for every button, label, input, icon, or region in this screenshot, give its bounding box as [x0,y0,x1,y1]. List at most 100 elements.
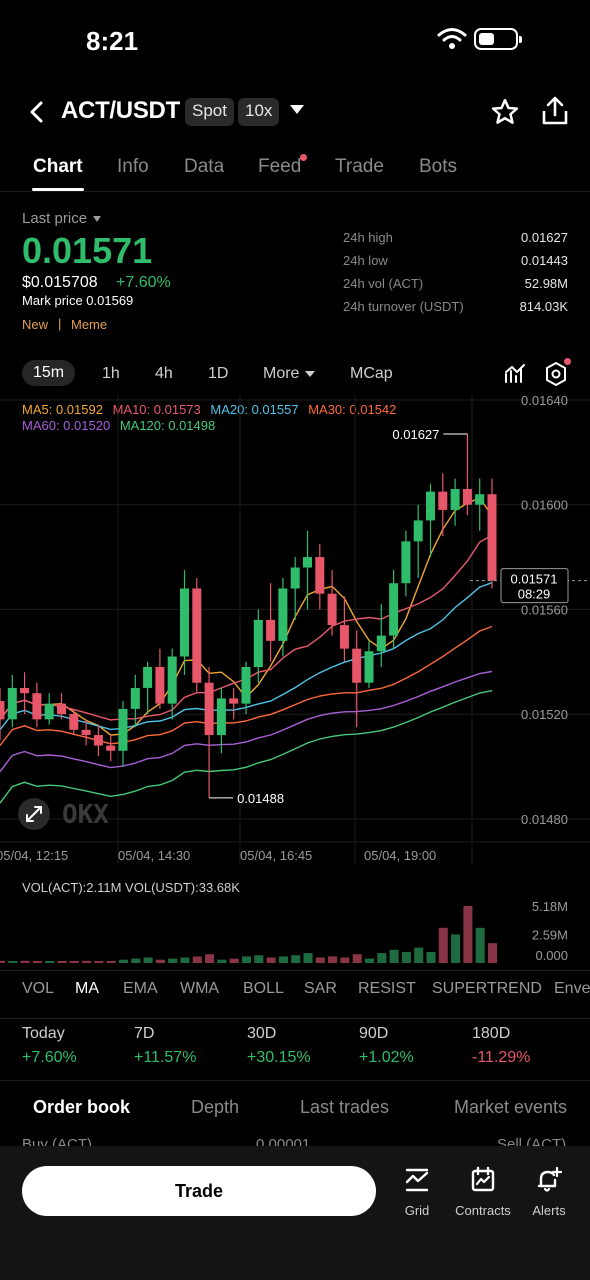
contracts-button[interactable]: Contracts [452,1166,514,1219]
perf-label: Today [22,1025,65,1042]
volume-bar [328,956,338,963]
indicator-resist[interactable]: RESIST [358,980,416,998]
tab-bots[interactable]: Bots [419,156,457,178]
candle-body [229,698,239,704]
volume-bar [438,927,448,963]
candle-body [290,567,300,589]
candle-body [69,714,79,730]
volume-bar [69,961,79,963]
indicator-ema[interactable]: EMA [123,980,158,998]
perf-label: 90D [359,1025,389,1042]
back-arrow-icon[interactable] [24,98,52,126]
tab-feed[interactable]: Feed [258,156,301,178]
bottom-action-bar: Trade Grid Contracts Alerts [0,1146,590,1280]
volume-bar [205,954,215,963]
volume-bar [414,947,424,963]
volume-chart: 5.18M 2.59M 0.000 [0,899,568,963]
candle-body [426,491,435,521]
bell-plus-icon [537,1166,563,1192]
volume-bar [315,957,325,963]
volume-bar [8,961,18,963]
candle-body [167,656,177,704]
tab-last-trades[interactable]: Last trades [300,1097,389,1118]
tab-trade[interactable]: Trade [335,156,384,178]
stat-label: 24h high [343,230,393,245]
volume-bar [451,934,461,963]
last-price-label: Last price [22,210,88,227]
share-icon[interactable] [540,95,570,127]
perf-value: +11.57% [134,1049,197,1066]
tag-new[interactable]: New [22,317,48,332]
interval-1h[interactable]: 1h [102,365,120,383]
candle-body [20,687,30,694]
y-tick-label: 0.01600 [521,498,568,513]
last-price-selector[interactable]: Last price [22,210,102,227]
pair-title[interactable]: ACT/USDT [61,97,180,125]
tab-info[interactable]: Info [117,156,149,178]
candle-body [216,698,226,736]
volume-bar [488,943,497,963]
interval-mcap[interactable]: MCap [350,365,393,383]
volume-bar [180,957,190,963]
stat-24h-vol: 24h vol (ACT) 52.98M [343,276,568,296]
volume-bar [82,960,92,963]
perf-label: 30D [247,1025,277,1042]
tag-meme[interactable]: Meme [71,317,107,332]
indicator-envelope[interactable]: Enve [554,980,590,998]
perf-label: 180D [472,1025,511,1042]
stat-value: 0.01443 [521,253,568,268]
grid-button[interactable]: Grid [386,1166,448,1219]
indicator-chart-icon[interactable] [503,362,527,386]
volume-bar [266,957,276,963]
alerts-button[interactable]: Alerts [518,1166,580,1219]
tab-order-book[interactable]: Order book [33,1097,130,1118]
mark-price: Mark price 0.01569 [22,293,134,308]
indicator-sar[interactable]: SAR [304,980,337,998]
usd-price: $0.015708 [22,274,98,291]
perf-value: +30.15% [247,1049,311,1066]
volume-bar [352,954,362,963]
candle-body [32,693,42,720]
interval-1d[interactable]: 1D [208,365,228,383]
volume-bar [155,959,165,963]
grid-icon [405,1168,429,1192]
candle-body [401,541,411,584]
stat-24h-high: 24h high 0.01627 [343,230,568,250]
interval-bar: 15m 1h 4h 1D More MCap [0,358,590,392]
tab-depth[interactable]: Depth [191,1097,239,1118]
stat-24h-low: 24h low 0.01443 [343,253,568,273]
indicator-boll[interactable]: BOLL [243,980,284,998]
indicator-ma[interactable]: MA [75,980,99,998]
interval-more[interactable]: More [263,365,316,383]
candle-body [81,729,91,736]
trade-button[interactable]: Trade [22,1166,376,1216]
interval-4h[interactable]: 4h [155,365,173,383]
candlestick-chart[interactable]: 0.01640 0.01600 0.01560 0.01520 0.01480 OKX 0.… [0,395,590,865]
volume-bar [143,957,153,963]
perf-value: +1.02% [359,1049,414,1066]
candle-body [44,703,54,720]
interval-15m[interactable]: 15m [22,360,76,386]
leverage-tag: 10x [238,98,280,126]
indicator-vol[interactable]: VOL [22,980,54,998]
indicator-supertrend[interactable]: SUPERTREND [432,980,542,998]
stat-label: 24h turnover (USDT) [343,299,464,314]
tab-data[interactable]: Data [184,156,224,178]
volume-bar [291,955,301,963]
wifi-icon [437,28,467,49]
candle-body [106,745,116,751]
volume-bar [0,960,5,963]
status-time: 8:21 [86,26,139,56]
tab-market-events[interactable]: Market events [454,1097,567,1118]
volume-bar [168,958,178,963]
chart-settings-icon[interactable] [544,361,568,387]
feed-notification-dot [300,154,307,161]
tab-chart[interactable]: Chart [33,156,83,178]
y-tick-label: 0.01520 [521,707,568,722]
pair-dropdown-icon[interactable] [290,105,304,114]
indicator-wma[interactable]: WMA [180,980,219,998]
volume-bar [242,956,251,963]
grid-label: Grid [404,1203,430,1218]
star-icon[interactable] [490,97,520,127]
indicator-bar: VOL MA EMA WMA BOLL SAR RESIST SUPERTREN… [0,970,590,1006]
